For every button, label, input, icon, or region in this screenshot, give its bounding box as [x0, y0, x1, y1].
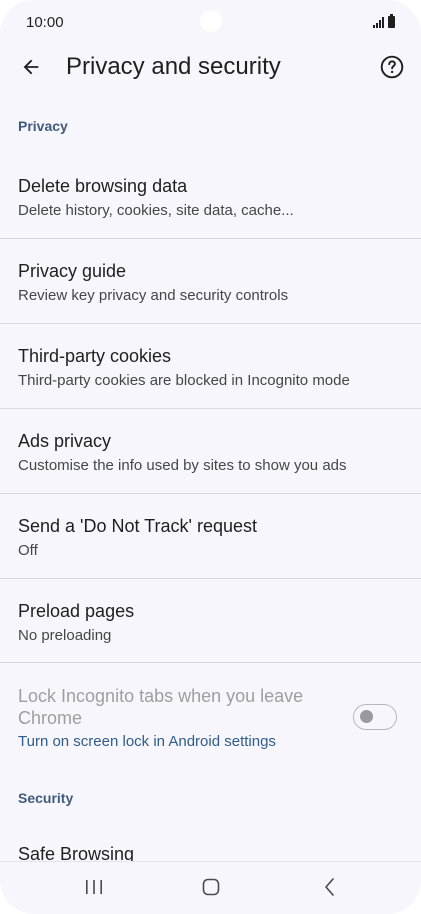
lock-incognito-toggle	[353, 704, 397, 730]
recents-button[interactable]	[74, 872, 114, 902]
settings-list[interactable]: Privacy Delete browsing data Delete hist…	[0, 90, 421, 862]
setting-summary: No preloading	[18, 627, 112, 644]
nav-back-icon	[325, 878, 334, 896]
toggle-knob	[360, 710, 373, 723]
setting-third-party-cookies[interactable]: Third-party cookies Third-party cookies …	[0, 324, 421, 408]
screen: 10:00 Privacy and security Privacy Delet…	[0, 0, 421, 914]
signal-icon	[373, 16, 384, 28]
setting-delete-browsing-data[interactable]: Delete browsing data Delete history, coo…	[0, 154, 421, 238]
status-time: 10:00	[26, 14, 64, 31]
status-bar: 10:00	[0, 0, 421, 44]
setting-preload-pages[interactable]: Preload pages No preloading	[0, 579, 421, 663]
setting-title: Third-party cookies	[18, 346, 172, 366]
setting-title: Privacy guide	[18, 261, 127, 281]
status-icons	[373, 14, 395, 28]
setting-safe-browsing[interactable]: Safe Browsing	[0, 822, 421, 862]
setting-ads-privacy[interactable]: Ads privacy Customise the info used by s…	[0, 409, 421, 493]
camera-cutout	[200, 10, 222, 32]
section-header-security: Security	[18, 790, 74, 806]
setting-summary: Off	[18, 542, 38, 559]
help-button[interactable]	[375, 50, 409, 84]
setting-title: Lock Incognito tabs when you leave Chrom…	[18, 686, 304, 728]
help-icon	[380, 55, 404, 79]
setting-summary: Review key privacy and security controls	[18, 287, 289, 304]
setting-title: Ads privacy	[18, 431, 112, 451]
back-button[interactable]	[14, 50, 48, 84]
battery-icon	[388, 14, 395, 28]
navigation-bar	[0, 861, 421, 914]
setting-summary: Third-party cookies are blocked in Incog…	[18, 372, 350, 389]
setting-summary: Customise the info used by sites to show…	[18, 457, 347, 474]
nav-back-button[interactable]	[310, 872, 350, 902]
setting-title: Safe Browsing	[18, 844, 135, 862]
screen-lock-settings-link[interactable]: Turn on screen lock in Android settings	[18, 733, 276, 750]
recents-icon	[86, 880, 102, 894]
setting-do-not-track[interactable]: Send a 'Do Not Track' request Off	[0, 494, 421, 578]
setting-summary: Delete history, cookies, site data, cach…	[18, 202, 294, 219]
app-bar: Privacy and security	[0, 44, 421, 90]
setting-lock-incognito-tabs: Lock Incognito tabs when you leave Chrom…	[0, 663, 421, 771]
setting-title: Preload pages	[18, 601, 135, 621]
setting-privacy-guide[interactable]: Privacy guide Review key privacy and sec…	[0, 239, 421, 323]
home-button[interactable]	[191, 872, 231, 902]
setting-title: Send a 'Do Not Track' request	[18, 516, 257, 536]
setting-title: Delete browsing data	[18, 176, 188, 196]
section-header-privacy: Privacy	[18, 118, 68, 134]
arrow-back-icon	[23, 59, 39, 75]
page-title: Privacy and security	[66, 53, 281, 80]
home-icon	[202, 878, 220, 896]
